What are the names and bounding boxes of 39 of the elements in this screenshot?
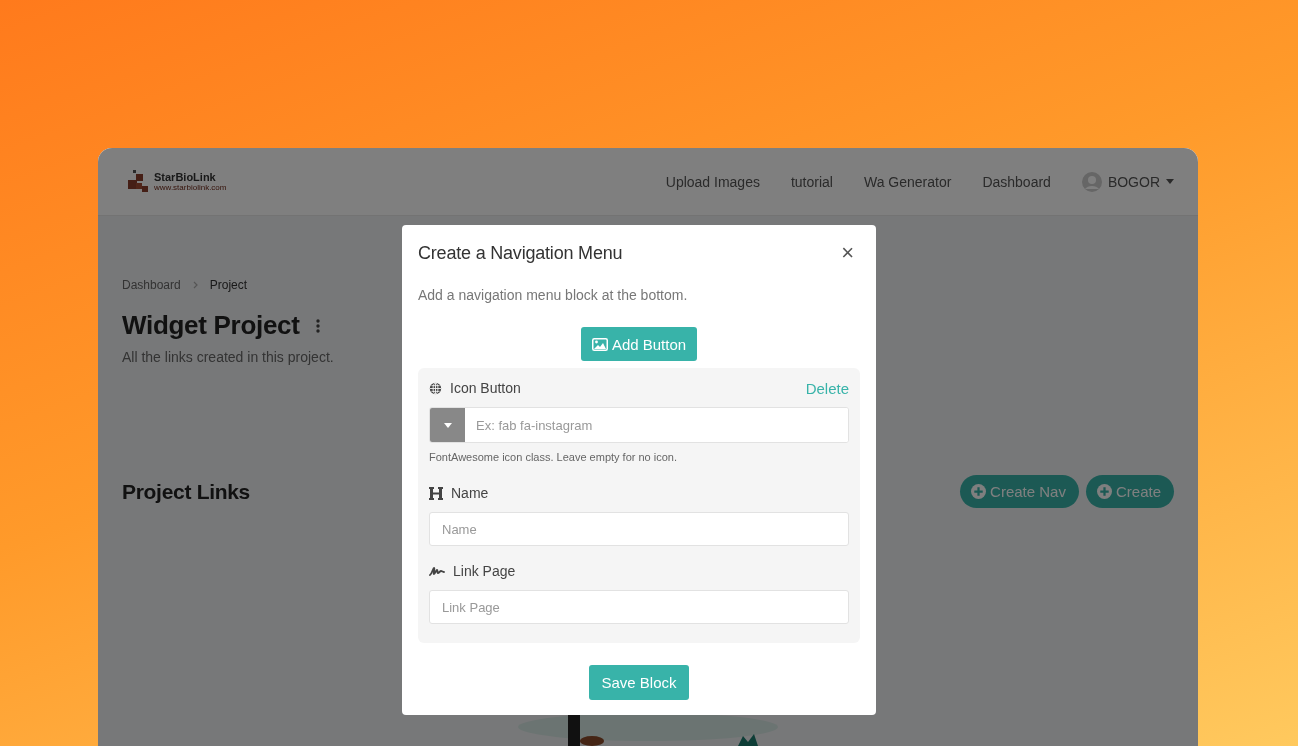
nav-link[interactable]: Dashboard xyxy=(982,173,1051,190)
save-button[interactable]: Save Block xyxy=(589,665,689,700)
page-title: Widget Project xyxy=(122,310,300,341)
caret-icon xyxy=(1166,179,1174,184)
chevron-icon xyxy=(192,281,198,289)
modal-title: Create a Navigation Menu xyxy=(418,242,623,264)
user-menu[interactable]: BOGOR xyxy=(1081,171,1174,192)
globe-icon xyxy=(429,381,442,395)
section-title: Project Links xyxy=(122,479,250,504)
heading-icon xyxy=(429,486,443,500)
field-label: Link Page xyxy=(453,563,516,579)
caret-icon xyxy=(443,422,452,428)
input-field[interactable]: Link Page xyxy=(429,590,849,624)
logo-url: www.starbiolink.com xyxy=(154,183,227,192)
breadcrumb-item[interactable]: Dashboard xyxy=(122,278,181,292)
delete-link[interactable]: Delete xyxy=(805,379,849,397)
field-label: Icon Button xyxy=(450,380,521,396)
create-button[interactable]: Create xyxy=(1085,475,1174,508)
help-text: FontAwesome icon class. Leave empty for no icon. xyxy=(429,451,679,463)
nav-link[interactable]: tutorial xyxy=(790,173,833,190)
icon-class-field[interactable]: Ex: fab fa-instagram xyxy=(429,407,849,443)
kebab-menu-icon[interactable] xyxy=(315,318,320,333)
page-subtitle: All the links created in this project. xyxy=(122,349,335,365)
nav-link[interactable]: Upload Images xyxy=(665,173,760,190)
plus-circle-icon xyxy=(1096,484,1112,499)
logo-icon xyxy=(128,169,150,194)
nav-link[interactable]: Wa Generator xyxy=(863,173,952,190)
plus-circle-icon xyxy=(971,484,987,499)
create-button[interactable]: Create Nav xyxy=(960,475,1079,508)
input-field[interactable]: Name xyxy=(429,512,849,546)
image-icon xyxy=(591,337,608,351)
close-button[interactable]: × xyxy=(835,242,860,264)
logo-name: StarBioLink xyxy=(154,171,217,183)
signature-icon xyxy=(429,565,445,577)
avatar-icon xyxy=(1081,171,1102,192)
modal-description: Add a navigation menu block at the bottom. xyxy=(418,287,689,303)
add-button[interactable]: Add Button xyxy=(580,327,698,361)
field-label: Name xyxy=(451,485,489,501)
breadcrumb-item: Project xyxy=(209,278,248,292)
